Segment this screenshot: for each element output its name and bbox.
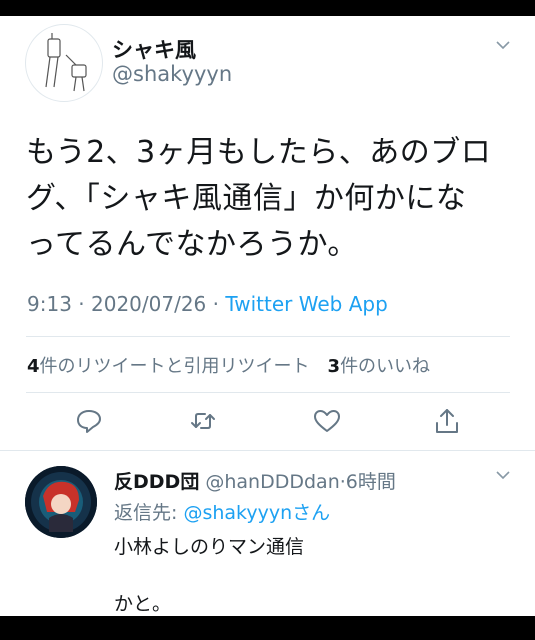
tweet-meta: 9:13 · 2020/07/26 · Twitter Web App (27, 292, 388, 316)
retweet-count: 4 (27, 356, 40, 377)
reply-text-line: 小林よしのりマン通信 (114, 536, 305, 558)
tweet-text-line: グ、「シャキ風通信」か何かにな (26, 181, 467, 216)
retweet-label: 件のリツイートと引用リツイート (39, 356, 310, 377)
tweet-time: 9:13 (27, 292, 72, 316)
replying-to-label: 返信先: (114, 502, 184, 524)
reply-author-name[interactable]: 反DDD団 (114, 471, 199, 493)
replying-to-link[interactable]: @shakyyynさん (183, 502, 330, 524)
like-label: 件のいいね (340, 356, 431, 377)
tweet-text: もう2、3ヶ月もしたら、あのブロ グ、「シャキ風通信」か何かにな ってるんでなか… (26, 130, 516, 268)
tweet-text-line: ってるんでなかろうか。 (26, 227, 358, 262)
reply-text-line: かと。 (114, 593, 172, 615)
tweet-detail-screen: シャキ風 @shakyyyn もう2、3ヶ月もしたら、あのブロ グ、「シャキ風通… (0, 16, 535, 616)
meta-separator: · (71, 292, 91, 316)
reply-author-handle-time[interactable]: @hanDDDdan·6時間 (205, 471, 396, 493)
reply-header: 反DDD団 @hanDDDdan·6時間 (114, 467, 396, 494)
like-count: 3 (327, 356, 341, 377)
author-handle[interactable]: @shakyyyn (112, 62, 232, 86)
meta-separator: · (206, 292, 226, 316)
tweet-source-link[interactable]: Twitter Web App (225, 292, 387, 316)
retweet-icon[interactable] (188, 406, 218, 436)
divider (0, 450, 535, 451)
reply-author-avatar[interactable] (25, 466, 97, 538)
retweets-stat[interactable]: 4件のリツイートと引用リツイート (27, 356, 310, 377)
tweet-text-line: もう2、3ヶ月もしたら、あのブロ (26, 135, 492, 170)
chevron-down-icon[interactable] (494, 36, 512, 54)
divider (26, 392, 510, 393)
tweet-actions (0, 406, 535, 442)
chevron-down-icon[interactable] (494, 466, 512, 484)
tweet-date: 2020/07/26 (91, 292, 207, 316)
tweet-stats: 4件のリツイートと引用リツイート 3件のいいね (27, 352, 430, 378)
author-avatar[interactable] (25, 24, 103, 102)
replying-to: 返信先: @shakyyynさん (114, 498, 330, 525)
share-icon[interactable] (432, 406, 462, 436)
likes-stat[interactable]: 3件のいいね (328, 356, 431, 377)
reply-icon[interactable] (74, 406, 104, 436)
divider (26, 336, 510, 337)
heart-icon[interactable] (312, 406, 342, 436)
author-name[interactable]: シャキ風 (112, 34, 196, 64)
